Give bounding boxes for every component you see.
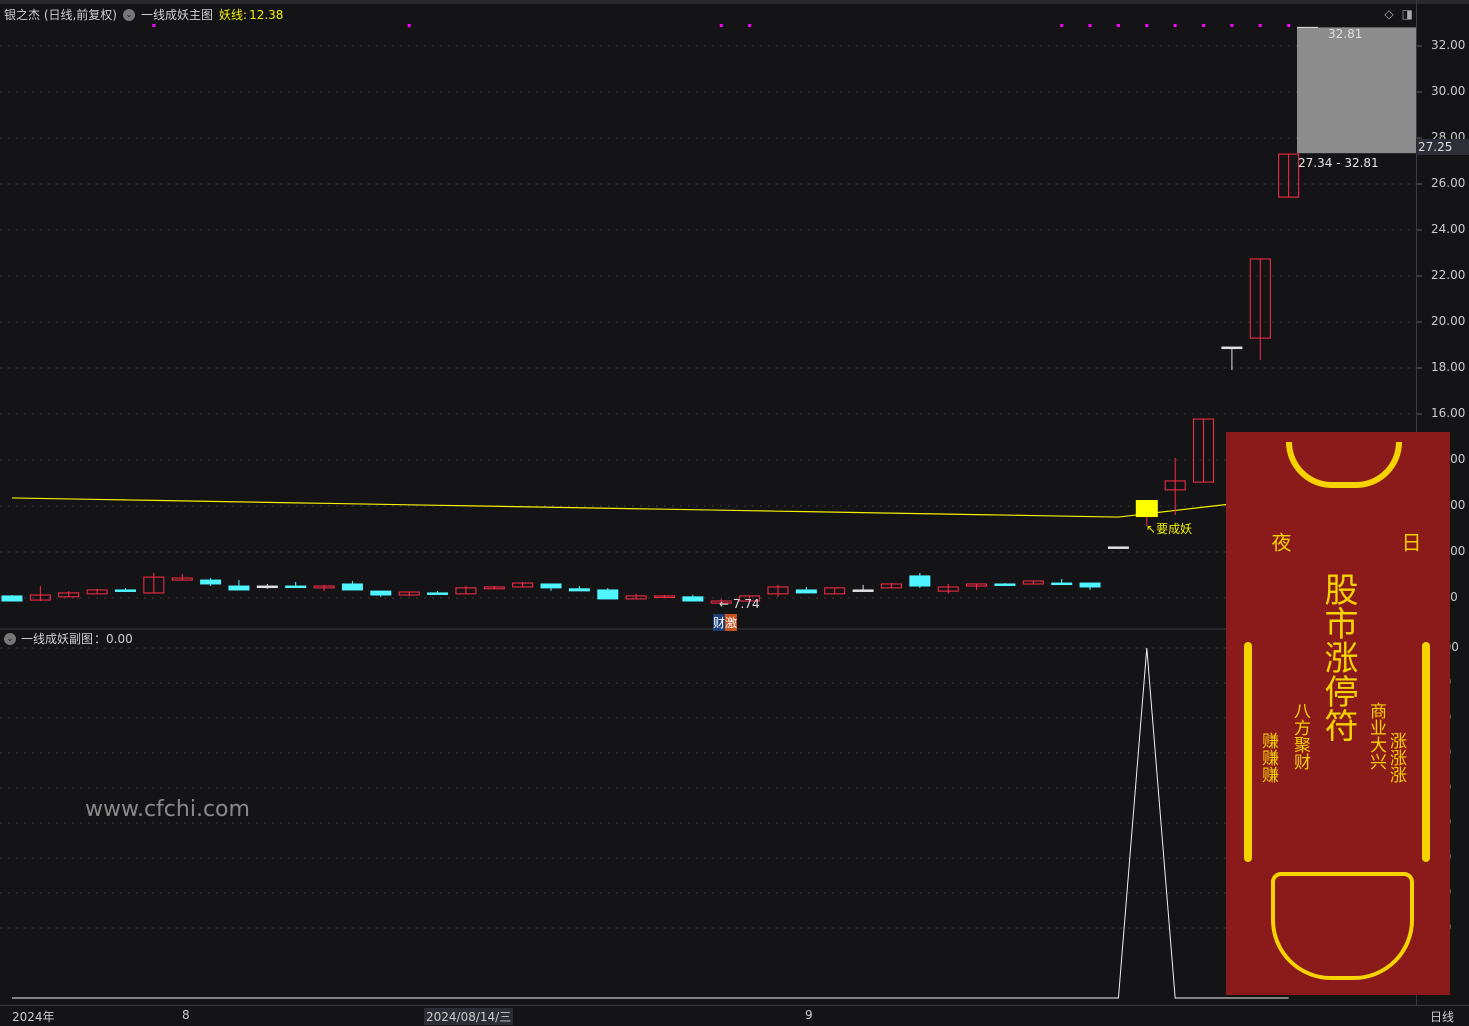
signal-dot bbox=[1145, 24, 1149, 27]
yao-line bbox=[11, 496, 1289, 518]
price-tick-label: 22.00 bbox=[1431, 268, 1466, 282]
candle-body bbox=[200, 579, 222, 585]
low-price-marker: ← 7.74 bbox=[719, 597, 760, 611]
main-indicator-name[interactable]: 一线成妖主图 bbox=[141, 6, 213, 23]
badge-incentive[interactable]: 激 bbox=[725, 614, 738, 631]
right-border-line bbox=[1422, 642, 1430, 862]
diamond-icon[interactable]: ◇ bbox=[1384, 7, 1393, 21]
chevron-down-icon[interactable]: ⌄ bbox=[4, 632, 16, 645]
panel-toggle-icon[interactable]: ◨ bbox=[1402, 7, 1413, 21]
talisman-text-0: 日 bbox=[1398, 532, 1422, 552]
candle-body bbox=[1051, 582, 1073, 586]
candle-body bbox=[682, 596, 704, 602]
stock-title: 银之杰 (日线,前复权) bbox=[4, 8, 117, 22]
signal-dot bbox=[1287, 24, 1291, 27]
sub-header: ⌄ 一线成妖副图 ：0.00 bbox=[4, 630, 133, 647]
talisman-left: 夜 bbox=[1268, 532, 1292, 552]
candle-body bbox=[852, 589, 874, 592]
price-tick-label: 18.00 bbox=[1431, 360, 1466, 374]
signal-text: 要成妖 bbox=[1156, 522, 1193, 536]
x-label-aug: 8 bbox=[182, 1008, 190, 1022]
low-price-value: 7.74 bbox=[732, 597, 760, 611]
price-tick-label: 20.00 bbox=[1431, 314, 1466, 328]
signal-dot bbox=[1173, 24, 1177, 27]
price-tick-label: 16.00 bbox=[1431, 406, 1466, 420]
signal-dot bbox=[1088, 24, 1092, 27]
candle-body bbox=[1, 595, 23, 602]
signal-dot bbox=[1202, 24, 1206, 27]
candle-body bbox=[994, 583, 1016, 586]
price-tick-label: 26.00 bbox=[1431, 176, 1466, 190]
candle-body bbox=[114, 589, 136, 592]
candle-body bbox=[370, 590, 392, 596]
signal-dot bbox=[1060, 24, 1064, 27]
signal-dot bbox=[152, 24, 156, 27]
signal-dot bbox=[407, 24, 411, 27]
horn-shape bbox=[1286, 442, 1402, 488]
main-header: 银之杰 (日线,前复权) ⌄ 一线成妖主图 妖线: 12.38 bbox=[4, 6, 283, 23]
price-tick-label: 30.00 bbox=[1431, 84, 1466, 98]
candle-body bbox=[256, 585, 278, 589]
talisman-image: 夜 股市涨停符 日八方聚财 商业大兴 涨涨涨 赚赚赚 bbox=[1226, 432, 1450, 995]
event-badges[interactable]: 财 激 bbox=[713, 614, 738, 631]
yao-line-label: 妖线: bbox=[219, 8, 248, 22]
candle-body bbox=[285, 585, 307, 589]
projection-box bbox=[1297, 27, 1416, 154]
candle-body bbox=[795, 589, 817, 594]
badge-finance[interactable]: 财 bbox=[713, 614, 726, 631]
candle-body bbox=[597, 589, 619, 600]
candle-body bbox=[540, 583, 562, 589]
signal-dot bbox=[1116, 24, 1120, 27]
talisman-text-4: 赚赚赚 bbox=[1258, 732, 1278, 783]
treasure-bowl bbox=[1271, 872, 1414, 980]
x-label-year: 2024年 bbox=[12, 1010, 55, 1024]
candle-body bbox=[427, 592, 449, 595]
talisman-title: 股市涨停符 bbox=[1318, 572, 1358, 742]
signal-dot bbox=[748, 24, 752, 27]
talisman-text-3: 涨涨涨 bbox=[1386, 732, 1406, 783]
chevron-down-icon[interactable]: ⌄ bbox=[123, 8, 135, 21]
candle-body bbox=[1221, 346, 1243, 350]
signal-label: ↖要成妖 bbox=[1146, 522, 1193, 536]
projection-range-label: 27.34 - 32.81 bbox=[1298, 156, 1379, 170]
yao-line-value: 12.38 bbox=[249, 7, 284, 22]
talisman-text-1: 八方聚财 bbox=[1290, 702, 1310, 770]
x-axis: 2024年 8 2024/08/14/三 9 日线 bbox=[0, 1005, 1469, 1026]
x-label-sep: 9 bbox=[805, 1008, 813, 1022]
signal-dot bbox=[1230, 24, 1234, 27]
signal-dot bbox=[719, 24, 723, 27]
price-tick-label: 32.00 bbox=[1431, 38, 1466, 52]
candle-body bbox=[1107, 546, 1129, 549]
projection-high-label: 32.81 bbox=[1328, 27, 1363, 41]
period-label[interactable]: 日线 bbox=[1430, 1008, 1454, 1025]
candle-body bbox=[228, 585, 250, 591]
left-border-line bbox=[1244, 642, 1252, 862]
candle-body bbox=[1079, 582, 1101, 588]
sub-indicator-value: ：0.00 bbox=[94, 632, 133, 646]
candle-body bbox=[909, 575, 931, 587]
candle-body bbox=[568, 588, 590, 592]
signal-dot bbox=[1258, 24, 1262, 27]
price-tick-label: 24.00 bbox=[1431, 222, 1466, 236]
watermark: www.cfchi.com bbox=[85, 797, 250, 822]
signal-box bbox=[1135, 500, 1158, 518]
last-price-tag: 27.25 bbox=[1416, 139, 1469, 155]
x-label-cursor-date: 2024/08/14/三 bbox=[424, 1008, 514, 1025]
sub-indicator-name[interactable]: 一线成妖副图 bbox=[21, 630, 93, 647]
candle-body bbox=[341, 583, 363, 591]
header-tools: ◇ ◨ bbox=[1384, 7, 1413, 21]
